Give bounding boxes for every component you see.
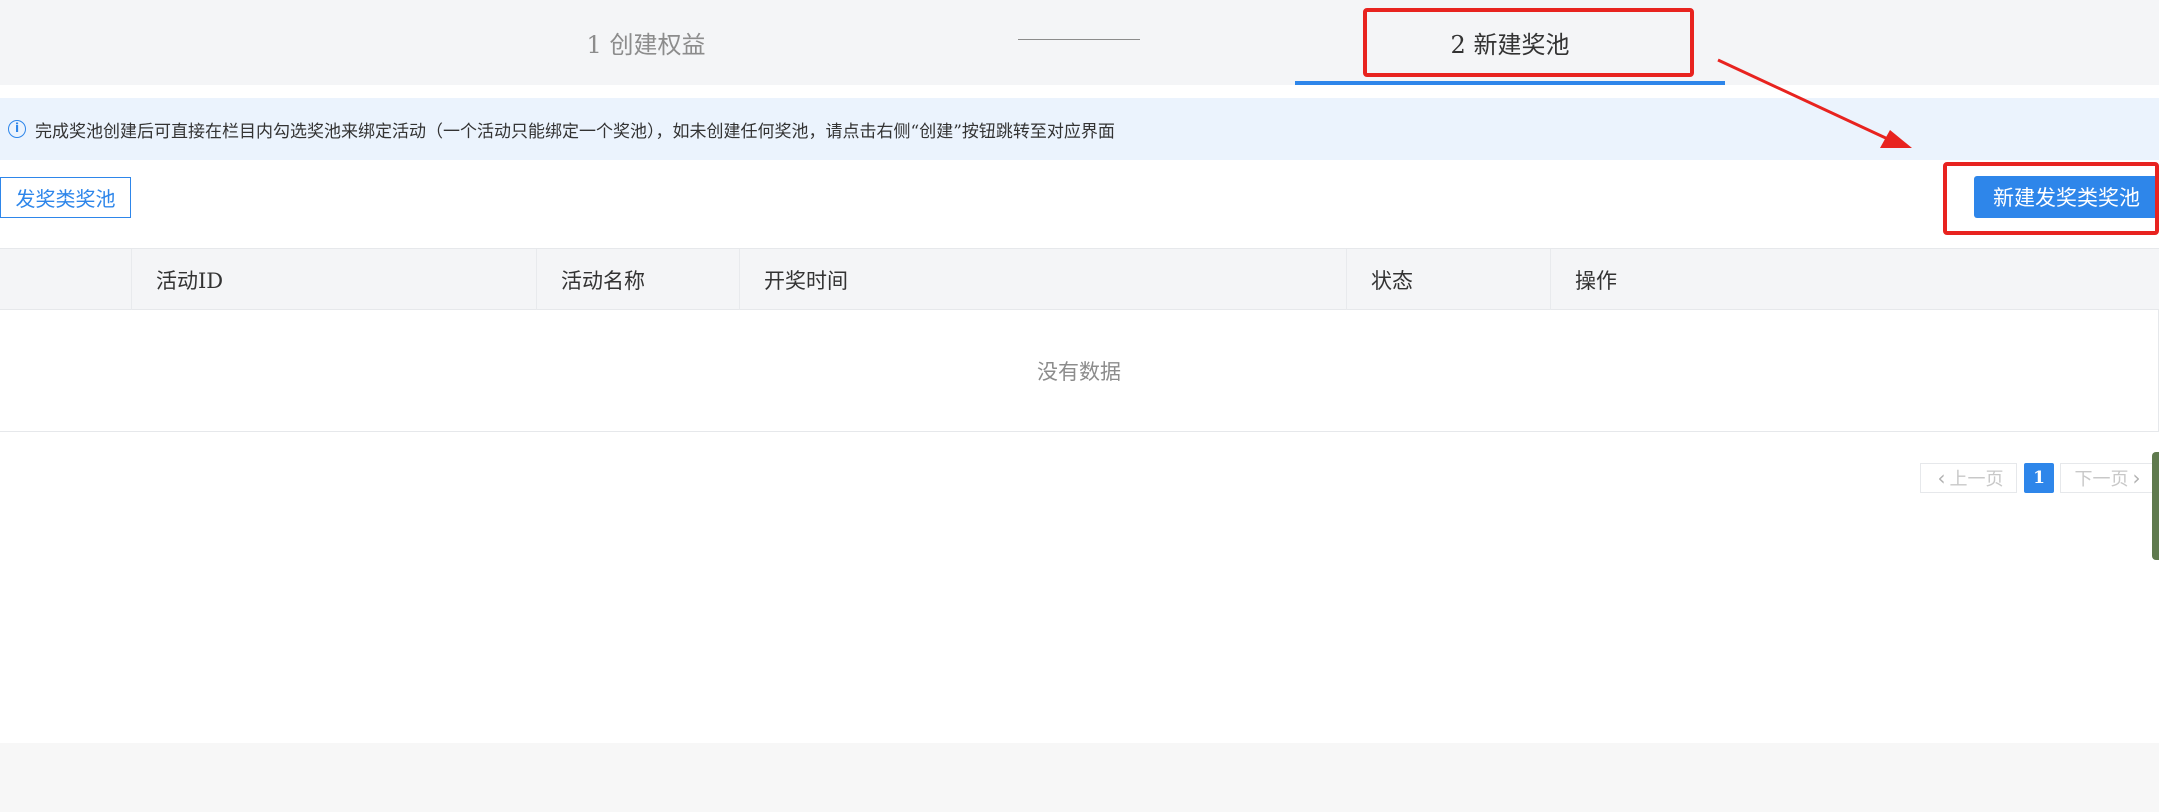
pagination-next-label: 下一页 [2074,469,2129,490]
column-header-draw-time: 开奖时间 [739,249,1346,310]
column-header-select [0,249,131,310]
chevron-right-icon: › [2132,466,2141,490]
pagination-prev-button[interactable]: ‹ 上一页 [1920,463,2017,493]
table-header: 活动ID 活动名称 开奖时间 状态 操作 [0,248,2159,310]
info-notice: i 完成奖池创建后可直接在栏目内勾选奖池来绑定活动（一个活动只能绑定一个奖池），… [0,98,2159,160]
annotation-highlight-step [1363,8,1694,77]
column-header-activity-id: 活动ID [131,249,536,310]
pagination-prev-label: 上一页 [1949,469,2004,490]
info-text: 完成奖池创建后可直接在栏目内勾选奖池来绑定活动（一个活动只能绑定一个奖池），如未… [35,121,1115,142]
pagination-page-current[interactable]: 1 [2024,463,2054,493]
info-icon: i [8,120,26,138]
tab-award-pool[interactable]: 发奖类奖池 [0,177,131,218]
column-header-activity-name: 活动名称 [536,249,739,310]
annotation-highlight-button [1943,162,2159,235]
step-create-benefit[interactable]: 1 创建权益 [440,0,852,85]
side-thumbnail[interactable] [2152,452,2159,560]
steps-bar: 1 创建权益 2 新建奖池 [0,0,2159,85]
table-empty-state: 没有数据 [0,310,2159,432]
page-footer [0,743,2159,812]
chevron-left-icon: ‹ [1937,466,1946,490]
active-step-underline [1295,81,1725,85]
pagination-next-button[interactable]: 下一页 › [2060,463,2159,493]
pool-table: 活动ID 活动名称 开奖时间 状态 操作 没有数据 [0,248,2159,432]
column-header-actions: 操作 [1550,249,2159,310]
column-header-status: 状态 [1346,249,1550,310]
step-connector [1018,39,1140,40]
